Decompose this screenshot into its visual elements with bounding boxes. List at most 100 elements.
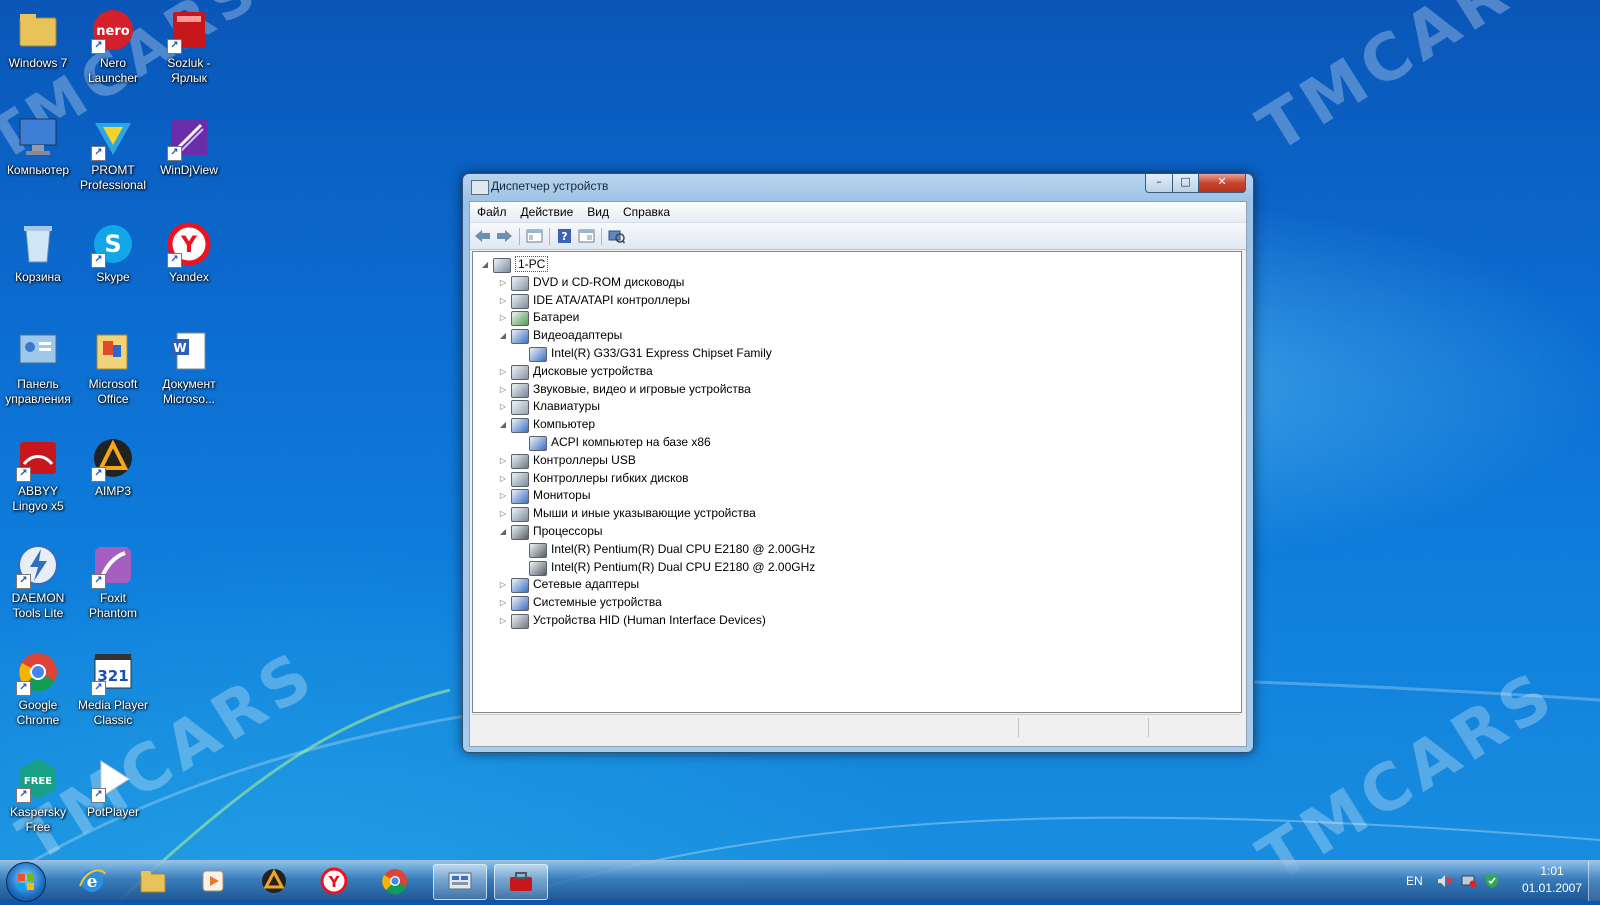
expand-arrow-icon[interactable]: ▷ [497,363,509,380]
device-manager-window[interactable]: Диспетчер устройств – □ ✕ Файл Действие Ви… [462,173,1254,753]
expand-arrow-icon[interactable]: ▷ [497,612,509,629]
scan-hardware-icon[interactable] [608,228,625,244]
desktop-icon[interactable]: ↗ PotPlayer [75,755,151,820]
desktop-icon[interactable]: Компьютер [0,113,76,178]
menu-view[interactable]: Вид [580,202,616,219]
tree-category[interactable]: ◢ Видеоадаптеры [497,327,622,344]
security-shield-icon[interactable] [1485,873,1499,889]
desktop-icon[interactable]: ↗ Foxit Phantom [75,541,151,621]
tree-category[interactable]: ▷ Контроллеры USB [497,452,636,469]
tree-category[interactable]: ▷ Батареи [497,309,579,326]
desktop-icon[interactable]: ↗ PROMT Professional [75,113,151,193]
tree-category[interactable]: ▷ IDE ATA/ATAPI контроллеры [497,292,690,309]
device-tree[interactable]: ◢ 1-PC ▷ DVD и CD-ROM дисководы ▷ IDE ATA/ATA… [472,251,1242,713]
menu-action[interactable]: Действие [514,202,581,219]
help-icon[interactable]: ? [556,228,573,244]
taskbar-item-internet-explorer[interactable]: e [66,864,118,898]
menu-help[interactable]: Справка [616,202,677,219]
show-desktop-button[interactable] [1588,861,1600,901]
expand-arrow-icon[interactable]: ▷ [497,470,509,487]
desktop-icon[interactable]: ↗ WinDjView [151,113,227,178]
expand-arrow-icon[interactable]: ▷ [497,505,509,522]
desktop-icon[interactable]: FREE ↗ Kaspersky Free [0,755,76,835]
taskbar-item-chrome[interactable] [369,864,421,898]
forward-icon[interactable] [496,228,513,244]
back-icon[interactable] [474,228,491,244]
desktop-icon[interactable]: S ↗ Skype [75,220,151,285]
expand-arrow-icon[interactable]: ▷ [497,309,509,326]
shortcut-arrow-icon: ↗ [167,146,182,161]
desktop-icon[interactable]: W Документ Microso... [151,327,227,407]
clock-date[interactable]: 01.01.2007 [1516,881,1588,895]
desktop-icon[interactable]: ↗ Google Chrome [0,648,76,728]
tree-category[interactable]: ▷ Клавиатуры [497,398,600,415]
tree-device[interactable]: ACPI компьютер на базе x86 [515,434,711,451]
taskbar-item-toolbox[interactable] [494,864,548,900]
tree-category[interactable]: ▷ Звуковые, видео и игровые устройства [497,381,751,398]
expand-arrow-icon[interactable]: ▷ [497,452,509,469]
skype-icon: S ↗ [89,220,137,268]
device-manager-icon [471,180,489,195]
expand-arrow-icon[interactable]: ▷ [497,576,509,593]
device-category-icon [511,578,529,593]
tree-category[interactable]: ▷ Мониторы [497,487,590,504]
taskbar-item-yandex-browser[interactable]: Y [308,864,360,898]
language-indicator[interactable]: EN [1406,874,1423,888]
tree-category[interactable]: ◢ Процессоры [497,523,603,540]
tree-category[interactable]: ◢ Компьютер [497,416,595,433]
tree-category[interactable]: ▷ DVD и CD-ROM дисководы [497,274,684,291]
expand-arrow-icon[interactable]: ▷ [497,398,509,415]
expand-arrow-icon[interactable]: ▷ [497,292,509,309]
expand-arrow-icon[interactable]: ▷ [497,274,509,291]
taskbar: e Y EN 1:01 01.01.2007 [0,860,1600,902]
taskbar-item-media-player[interactable] [187,864,239,898]
close-button[interactable]: ✕ [1198,174,1246,193]
tree-category[interactable]: ▷ Системные устройства [497,594,662,611]
expand-arrow-icon[interactable]: ▷ [497,381,509,398]
taskbar-item-aimp[interactable] [248,864,300,898]
expand-arrow-icon[interactable]: ▷ [497,487,509,504]
tree-device[interactable]: Intel(R) Pentium(R) Dual CPU E2180 @ 2.0… [515,541,815,558]
collapse-arrow-icon[interactable]: ◢ [497,523,509,540]
show-hide-console-tree-icon[interactable] [526,228,543,244]
desktop-icon[interactable]: Корзина [0,220,76,285]
tree-category[interactable]: ▷ Устройства HID (Human Interface Devices… [497,612,766,629]
properties-icon[interactable] [578,228,595,244]
collapse-arrow-icon[interactable]: ◢ [497,327,509,344]
tree-category[interactable]: ▷ Контроллеры гибких дисков [497,470,689,487]
desktop-icon[interactable]: ↗ Sozluk - Ярлык [151,6,227,86]
network-error-icon[interactable] [1461,874,1477,888]
taskbar-item-device-manager[interactable] [433,864,487,900]
tree-root[interactable]: ◢ 1-PC [479,256,549,273]
tree-category[interactable]: ▷ Дисковые устройства [497,363,653,380]
desktop-icon[interactable]: ↗ DAEMON Tools Lite [0,541,76,621]
desktop-icon[interactable]: Microsoft Office [75,327,151,407]
control-panel-icon [14,327,62,375]
menu-file[interactable]: Файл [470,202,514,219]
desktop-icon-label: PotPlayer [86,805,140,819]
desktop-icon[interactable]: ↗ AIMP3 [75,434,151,499]
desktop-icon[interactable]: Панель управления [0,327,76,407]
desktop-icon[interactable]: 321 ↗ Media Player Classic [75,648,151,728]
collapse-arrow-icon[interactable]: ◢ [497,416,509,433]
shortcut-arrow-icon: ↗ [16,574,31,589]
desktop-icon[interactable]: nero ↗ Nero Launcher [75,6,151,86]
tree-category[interactable]: ▷ Мыши и иные указывающие устройства [497,505,756,522]
expand-arrow-icon[interactable]: ▷ [497,594,509,611]
start-button[interactable] [6,862,46,902]
minimize-button[interactable]: – [1145,174,1173,193]
title-bar[interactable]: Диспетчер устройств – □ ✕ [463,174,1253,200]
tree-device[interactable]: Intel(R) Pentium(R) Dual CPU E2180 @ 2.0… [515,559,815,576]
tree-category[interactable]: ▷ Сетевые адаптеры [497,576,639,593]
tree-device[interactable]: Intel(R) G33/G31 Express Chipset Family [515,345,772,362]
desktop-icon[interactable]: Windows 7 [0,6,76,71]
shortcut-arrow-icon: ↗ [91,574,106,589]
desktop-icon[interactable]: ↗ ABBYY Lingvo x5 [0,434,76,514]
speaker-muted-icon[interactable] [1437,874,1453,888]
clock-time[interactable]: 1:01 [1530,864,1574,878]
taskbar-item-explorer-folder[interactable] [127,864,179,898]
daemon-tools-icon: ↗ [14,541,62,589]
maximize-button[interactable]: □ [1172,174,1199,193]
collapse-arrow-icon[interactable]: ◢ [479,256,491,273]
desktop-icon[interactable]: Y ↗ Yandex [151,220,227,285]
